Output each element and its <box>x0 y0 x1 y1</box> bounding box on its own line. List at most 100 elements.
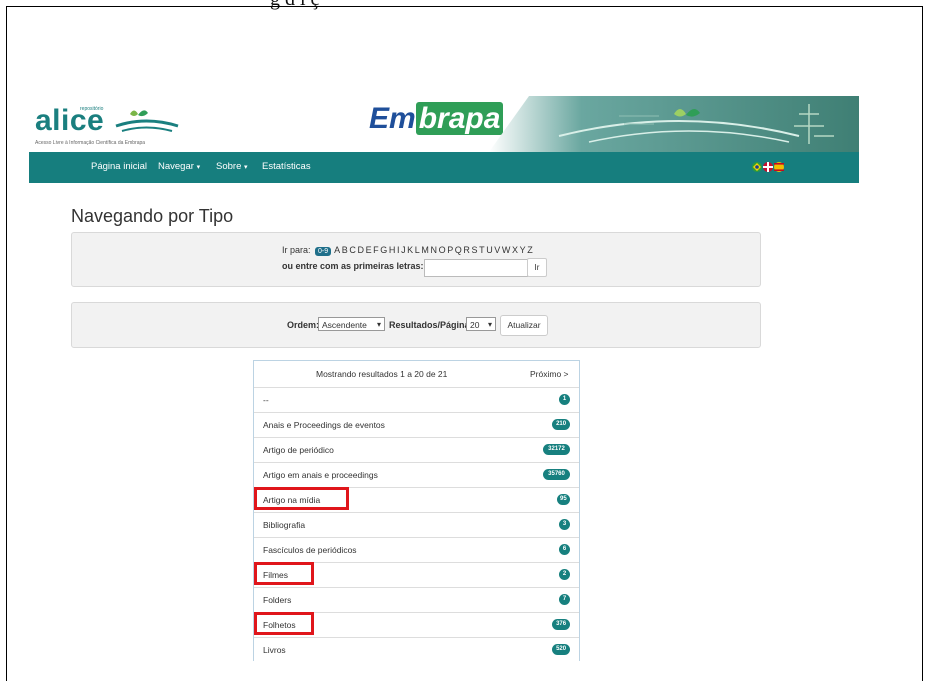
jump-letter[interactable]: I <box>397 245 400 255</box>
list-item[interactable]: -- 1 <box>254 387 579 413</box>
per-page-label: Resultados/Página <box>389 320 470 330</box>
alice-leaf-wave-icon <box>115 110 179 132</box>
jump-letter[interactable]: L <box>415 245 420 255</box>
red-highlight-box <box>254 612 314 635</box>
count-badge: 1 <box>559 394 570 405</box>
red-highlight-box <box>254 562 314 585</box>
figure-frame-top <box>6 6 923 7</box>
jump-letter[interactable]: Z <box>527 245 533 255</box>
list-item[interactable]: Anais e Proceedings de eventos 210 <box>254 412 579 438</box>
list-item-label: Folders <box>263 595 292 605</box>
order-select-value: Ascendente <box>322 320 367 330</box>
jump-letter[interactable]: G <box>380 245 387 255</box>
figure-frame-right <box>922 6 923 681</box>
count-badge: 7 <box>559 594 570 605</box>
go-button[interactable]: Ir <box>527 258 547 277</box>
jump-letter[interactable]: V <box>494 245 500 255</box>
order-label: Ordem: <box>287 320 320 330</box>
jump-letter[interactable]: H <box>389 245 396 255</box>
jump-letter[interactable]: K <box>407 245 413 255</box>
list-item-label: Artigo em anais e proceedings <box>263 470 378 480</box>
list-item[interactable]: Folders 7 <box>254 587 579 613</box>
alice-logo[interactable]: alice repositório Acesso Livre à Informa… <box>32 98 232 148</box>
list-item-label: Anais e Proceedings de eventos <box>263 420 385 430</box>
jump-letter[interactable]: R <box>463 245 470 255</box>
jump-letter[interactable]: J <box>401 245 406 255</box>
figure-frame-left <box>6 6 7 681</box>
list-item-label: -- <box>263 395 269 405</box>
jump-letter[interactable]: E <box>366 245 372 255</box>
spain-flag-icon[interactable] <box>774 162 784 172</box>
page-title: Navegando por Tipo <box>71 206 234 226</box>
count-badge: 95 <box>556 494 570 505</box>
update-button[interactable]: Atualizar <box>500 315 548 336</box>
per-page-select[interactable]: 20 ▾ <box>466 317 496 331</box>
jump-letter[interactable]: M <box>421 245 429 255</box>
site-banner: alice repositório Acesso Livre à Informa… <box>29 96 859 152</box>
count-badge: 3 <box>559 519 570 530</box>
list-item-label: Artigo de periódico <box>263 445 334 455</box>
brazil-flag-icon[interactable] <box>752 162 762 172</box>
first-letters-input[interactable] <box>424 259 528 277</box>
chevron-down-icon: ▾ <box>244 164 248 171</box>
list-item[interactable]: Livros 520 <box>254 637 579 661</box>
results-summary: Mostrando resultados 1 a 20 de 21 <box>316 369 448 379</box>
nav-home[interactable]: Página inicial <box>91 161 147 172</box>
per-page-select-value: 20 <box>470 320 480 330</box>
list-item[interactable]: Bibliografia 3 <box>254 512 579 538</box>
jump-letter[interactable]: A <box>334 245 340 255</box>
sort-panel: Ordem: Ascendente ▾ Resultados/Página 20… <box>71 302 761 348</box>
jump-letter[interactable]: Y <box>520 245 526 255</box>
jump-letters-row: Ir para: 0-9 A B C D E F G H I J K L M N O P Q R S T U V W X Y Z <box>282 245 534 256</box>
jump-letter[interactable]: Q <box>455 245 462 255</box>
jump-letter[interactable]: U <box>486 245 493 255</box>
count-badge: 520 <box>552 644 570 655</box>
red-highlight-box <box>254 487 349 510</box>
list-item[interactable]: Artigo em anais e proceedings 35760 <box>254 462 579 488</box>
jump-letter[interactable]: S <box>472 245 478 255</box>
jump-letter[interactable]: N <box>430 245 437 255</box>
nav-browse-label: Navegar <box>158 161 194 172</box>
list-item[interactable]: Fascículos de periódicos 6 <box>254 537 579 563</box>
goto-label: Ir para: <box>282 245 311 255</box>
jump-to-panel: Ir para: 0-9 A B C D E F G H I J K L M N O P Q R S T U V W X Y Z o… <box>71 232 761 287</box>
alice-repository-label: repositório <box>80 106 104 112</box>
jump-letter[interactable]: D <box>357 245 364 255</box>
first-letters-label: ou entre com as primeiras letras: <box>282 261 424 271</box>
jump-letter[interactable]: X <box>512 245 518 255</box>
list-item[interactable]: Artigo de periódico 32172 <box>254 437 579 463</box>
main-navbar: Página inicial Navegar ▾ Sobre ▾ Estatís… <box>29 152 859 183</box>
list-item-label: Bibliografia <box>263 520 306 530</box>
list-item-label: Fascículos de periódicos <box>263 545 357 555</box>
count-badge: 32172 <box>543 444 570 455</box>
count-badge: 2 <box>559 569 570 580</box>
count-badge: 376 <box>552 619 570 630</box>
chevron-down-icon: ▾ <box>376 320 381 329</box>
alice-tagline: Acesso Livre à Informação Científica da … <box>35 140 146 146</box>
jump-letter[interactable]: C <box>349 245 356 255</box>
nav-browse[interactable]: Navegar ▾ <box>158 161 200 172</box>
jump-letter-list: ABCDEFGHIJKLMNOPQRSTUVWXYZ <box>334 245 534 255</box>
jump-letter[interactable]: P <box>447 245 453 255</box>
jump-letter[interactable]: B <box>342 245 348 255</box>
jump-letter[interactable]: F <box>373 245 379 255</box>
jump-letter[interactable]: W <box>502 245 511 255</box>
uk-flag-icon[interactable] <box>763 162 773 172</box>
banner-landscape-graphic <box>489 96 859 152</box>
nav-about[interactable]: Sobre ▾ <box>216 161 248 172</box>
jump-letter[interactable]: O <box>439 245 446 255</box>
list-item-label: Livros <box>263 645 286 655</box>
language-selector <box>752 162 784 172</box>
next-page-link[interactable]: Próximo > <box>530 369 569 379</box>
order-select[interactable]: Ascendente ▾ <box>318 317 385 331</box>
nav-statistics[interactable]: Estatísticas <box>262 161 311 172</box>
count-badge: 35760 <box>543 469 570 480</box>
count-badge: 210 <box>552 419 570 430</box>
chevron-down-icon: ▾ <box>196 164 201 171</box>
jump-numeric-badge[interactable]: 0-9 <box>315 247 332 256</box>
chevron-down-icon: ▾ <box>487 320 492 329</box>
count-badge: 6 <box>559 544 570 555</box>
nav-about-label: Sobre <box>216 161 242 172</box>
results-header: Mostrando resultados 1 a 20 de 21 Próxim… <box>254 361 579 388</box>
jump-letter[interactable]: T <box>479 245 485 255</box>
